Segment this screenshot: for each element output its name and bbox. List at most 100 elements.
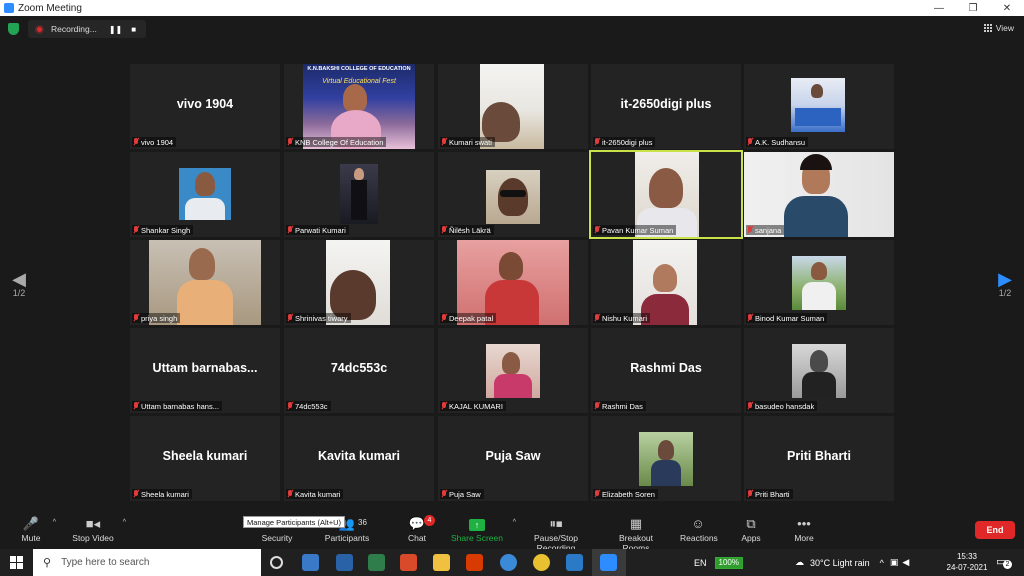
- restore-button[interactable]: ❐: [956, 3, 990, 14]
- participant-label: basudeo hansdak: [746, 401, 818, 411]
- person-body: [802, 372, 836, 398]
- stop-video-label: Stop Video: [72, 533, 114, 543]
- participant-tile[interactable]: Elizabeth Soren: [591, 416, 741, 501]
- participant-tile[interactable]: A.K. Sudhansu: [744, 64, 894, 149]
- participant-label: Ñilësh Läkrä: [440, 225, 494, 235]
- participant-tile[interactable]: Ñilësh Läkrä: [438, 152, 588, 237]
- stop-video-button[interactable]: ■◂ Stop Video ^: [72, 515, 126, 543]
- task-view-icon[interactable]: [270, 556, 283, 569]
- chevron-up-icon[interactable]: ^: [123, 519, 126, 526]
- meeting-controls: 🎤 Mute ^ ■◂ Stop Video ^ Security 👥 Part…: [0, 513, 1024, 553]
- apps-icon: ⧉: [746, 516, 756, 531]
- battery-indicator[interactable]: 100%: [714, 556, 743, 569]
- participant-label: Kumari swati: [440, 137, 495, 147]
- desk: [795, 108, 841, 126]
- mic-muted-icon: [287, 402, 293, 410]
- chevron-up-icon[interactable]: ^: [880, 558, 884, 568]
- participant-tile[interactable]: vivo 1904 vivo 1904: [130, 64, 280, 149]
- participant-label: Nishu Kumari: [593, 313, 651, 323]
- more-button[interactable]: ••• More: [792, 515, 816, 543]
- recording-label: Recording...: [51, 24, 97, 34]
- language-indicator[interactable]: EN: [694, 558, 707, 568]
- powerpoint-icon[interactable]: [400, 554, 417, 571]
- chat-button[interactable]: 💬 Chat 4: [405, 515, 435, 543]
- previous-page-button[interactable]: ◀ 1/2: [9, 270, 29, 298]
- participant-tile[interactable]: basudeo hansdak: [744, 328, 894, 413]
- person-shirt: [185, 198, 225, 220]
- mic-muted-icon: [441, 138, 447, 146]
- end-meeting-button[interactable]: End: [975, 521, 1015, 539]
- shield-icon[interactable]: [8, 23, 19, 35]
- windows-taskbar: ⚲ Type here to search EN 100% ☁ 30°C Lig…: [0, 549, 1024, 576]
- apps-label: Apps: [741, 533, 761, 543]
- participant-tile[interactable]: Priti Bharti Priti Bharti: [744, 416, 894, 501]
- participant-tile[interactable]: priya singh: [130, 240, 280, 325]
- participant-tile[interactable]: KAJAL KUMARI: [438, 328, 588, 413]
- mic-muted-icon: [441, 402, 447, 410]
- chevron-up-icon[interactable]: ^: [53, 519, 56, 526]
- excel-icon[interactable]: [368, 554, 385, 571]
- participant-tile[interactable]: Puja Saw Puja Saw: [438, 416, 588, 501]
- person-face: [354, 168, 364, 180]
- apps-button[interactable]: ⧉ Apps: [740, 515, 762, 543]
- participant-tile[interactable]: Rashmi Das Rashmi Das: [591, 328, 741, 413]
- view-button[interactable]: View: [983, 23, 1014, 33]
- chat-label: Chat: [408, 533, 426, 543]
- system-tray: EN 100% ☁ 30°C Light rain ^ ▣ ◀: [694, 549, 909, 576]
- participant-tile[interactable]: Binod Kumar Suman: [744, 240, 894, 325]
- zoom-icon[interactable]: [600, 554, 617, 571]
- weather-text[interactable]: 30°C Light rain: [810, 558, 870, 568]
- notifications-button[interactable]: ▭ 2: [996, 555, 1012, 569]
- person-hair: [800, 154, 832, 170]
- page-indicator-left: 1/2: [12, 288, 26, 298]
- windows-start-icon[interactable]: [10, 556, 23, 569]
- participant-tile[interactable]: Nishu Kumari: [591, 240, 741, 325]
- pause-stop-icon: ⏸⏹: [549, 516, 563, 531]
- page-indicator-right: 1/2: [998, 288, 1012, 298]
- mic-muted-icon: [594, 314, 600, 322]
- close-button[interactable]: ✕: [990, 3, 1024, 14]
- next-page-button[interactable]: ▶ 1/2: [995, 270, 1015, 298]
- office-icon[interactable]: [466, 554, 483, 571]
- participant-tile[interactable]: Kumari swati: [438, 64, 588, 149]
- system-clock[interactable]: 15:33 24-07-2021: [945, 551, 989, 573]
- participant-tile[interactable]: Shankar Singh: [130, 152, 280, 237]
- participant-tile[interactable]: 74dc553c 74dc553c: [284, 328, 434, 413]
- participant-tile[interactable]: Deepak patal: [438, 240, 588, 325]
- cloud-rain-icon: ☁: [794, 557, 804, 567]
- store-icon[interactable]: [336, 554, 353, 571]
- search-icon: ⚲: [43, 557, 52, 569]
- network-icon[interactable]: ▣: [890, 557, 899, 568]
- minimize-button[interactable]: —: [922, 3, 956, 14]
- person-face: [502, 352, 520, 374]
- chrome-icon[interactable]: [533, 554, 550, 571]
- photos-icon[interactable]: [566, 554, 583, 571]
- participant-tile[interactable]: Uttam barnabas... Uttam barnabas hans...: [130, 328, 280, 413]
- mute-button[interactable]: 🎤 Mute ^: [18, 515, 56, 543]
- participant-tile[interactable]: Kavita kumari Kavita kumari: [284, 416, 434, 501]
- file-explorer-icon[interactable]: [433, 554, 450, 571]
- edge-icon[interactable]: [500, 554, 517, 571]
- share-screen-button[interactable]: ↑ Share Screen ^: [450, 515, 516, 543]
- speaker-icon[interactable]: ◀: [902, 557, 909, 568]
- participant-tile[interactable]: Sheela kumari Sheela kumari: [130, 416, 280, 501]
- participant-tile[interactable]: Parwati Kumari: [284, 152, 434, 237]
- app-icon[interactable]: [302, 554, 319, 571]
- taskbar-search[interactable]: ⚲ Type here to search: [33, 549, 261, 576]
- reactions-button[interactable]: ☺ Reactions: [680, 515, 718, 543]
- pause-stop-recording-button[interactable]: ⏸⏹ Pause/Stop Recording: [514, 515, 598, 553]
- participant-label: Uttam barnabas hans...: [132, 401, 222, 411]
- participant-label: KNB College Of Education: [286, 137, 387, 147]
- person-face: [498, 178, 528, 216]
- mic-muted-icon: [441, 314, 447, 322]
- participant-tile[interactable]: it-2650digi plus it-2650digi plus: [591, 64, 741, 149]
- participant-tile[interactable]: sanjana: [744, 152, 894, 237]
- participant-tile[interactable]: K.N.BAKSHI COLLEGE OF EDUCATION Virtual …: [284, 64, 434, 149]
- participant-tile[interactable]: Shrinivas tiwary: [284, 240, 434, 325]
- pause-recording-icon[interactable]: ❚❚: [109, 25, 122, 34]
- stop-recording-icon[interactable]: ■: [131, 25, 136, 34]
- participants-count: 36: [358, 518, 367, 527]
- participant-label: it-2650digi plus: [593, 137, 656, 147]
- breakout-rooms-button[interactable]: ▦ Breakout Rooms: [605, 515, 667, 553]
- active-speaker-tile[interactable]: Pavan Kumar Suman: [589, 150, 743, 239]
